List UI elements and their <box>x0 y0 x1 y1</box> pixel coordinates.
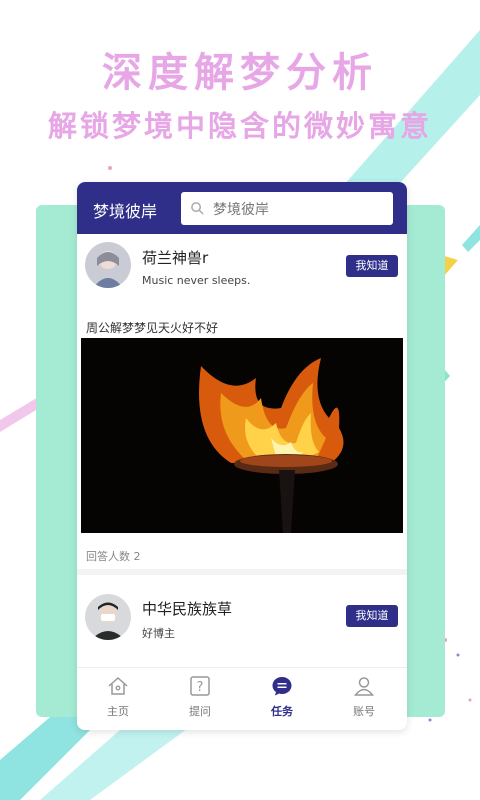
user-name[interactable]: 中华民族族草 <box>142 598 232 619</box>
user-signature: 好博主 <box>142 627 175 640</box>
question-title[interactable]: 周公解梦梦见天火好不好 <box>86 319 218 336</box>
fire-illustration <box>81 338 403 533</box>
tab-ask[interactable]: ? 提问 <box>159 668 241 730</box>
tab-task[interactable]: 任务 <box>241 668 323 730</box>
phone-frame: 梦境彼岸 荷兰神兽r Music never sleeps. 我知道 周公解梦梦… <box>77 182 407 730</box>
post-image-fire[interactable] <box>81 338 403 533</box>
i-know-button[interactable]: 我知道 <box>346 255 398 277</box>
chat-icon <box>272 677 292 696</box>
tab-ask-label: 提问 <box>189 705 211 718</box>
tab-account-label: 账号 <box>353 705 375 718</box>
home-icon <box>108 676 128 695</box>
bottom-tab-bar: 主页 ? 提问 任务 账号 <box>77 667 407 730</box>
tab-home[interactable]: 主页 <box>77 668 159 730</box>
i-know-button[interactable]: 我知道 <box>346 605 398 627</box>
avatar[interactable] <box>85 594 131 640</box>
answer-count: 回答人数 2 <box>86 550 141 563</box>
search-box[interactable] <box>181 192 393 225</box>
user-signature: Music never sleeps. <box>142 274 251 287</box>
question-icon: ? <box>190 676 210 696</box>
search-icon <box>191 202 204 215</box>
tab-home-label: 主页 <box>107 705 129 718</box>
promo-title: 深度解梦分析 <box>102 50 378 96</box>
search-input[interactable] <box>211 199 390 220</box>
tab-account[interactable]: 账号 <box>323 668 405 730</box>
post-divider <box>77 569 407 575</box>
user-icon <box>353 677 375 696</box>
app-title: 梦境彼岸 <box>93 202 158 221</box>
tab-task-label: 任务 <box>271 705 293 718</box>
user-name[interactable]: 荷兰神兽r <box>142 247 208 268</box>
app-header: 梦境彼岸 <box>77 182 407 234</box>
avatar[interactable] <box>85 242 131 288</box>
promo-subtitle: 解锁梦境中隐含的微妙寓意 <box>47 109 432 143</box>
svg-text:?: ? <box>197 680 204 695</box>
